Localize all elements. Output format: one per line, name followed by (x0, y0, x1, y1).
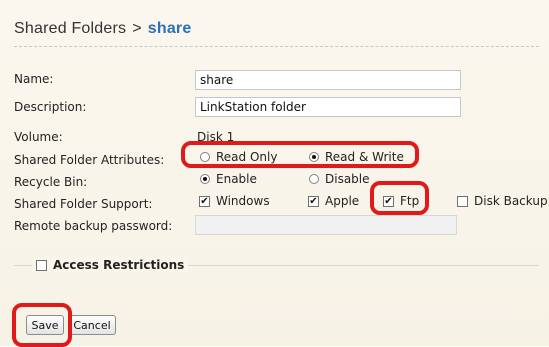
shared-folder-settings-panel: Shared Folders > share Name: share Descrip… (0, 0, 549, 347)
save-highlight (12, 303, 72, 347)
access-restrictions-toggle[interactable]: Access Restrictions (32, 258, 189, 272)
header-divider (14, 46, 539, 47)
apple-check-icon[interactable]: ✔ (308, 195, 319, 207)
checkbox-windows[interactable]: ✔ Windows (199, 194, 270, 208)
checkbox-apple[interactable]: ✔ Apple (308, 194, 359, 208)
page-title: Shared Folders > share (14, 20, 191, 38)
breadcrumb-root[interactable]: Shared Folders (14, 20, 126, 37)
access-restrictions-check-icon[interactable] (36, 259, 47, 271)
disable-label: Disable (325, 172, 370, 186)
windows-check-icon[interactable]: ✔ (199, 195, 210, 207)
volume-label: Volume: (14, 130, 63, 144)
support-label: Shared Folder Support: (14, 197, 153, 211)
breadcrumb-current: share (147, 20, 192, 37)
radio-recycle-enable[interactable]: Enable (200, 172, 257, 186)
recycle-bin-label: Recycle Bin: (14, 175, 88, 189)
apple-label: Apple (325, 194, 360, 208)
windows-label: Windows (216, 194, 270, 208)
radio-enable-icon[interactable] (200, 174, 210, 184)
disk-backup-label: Disk Backup (474, 194, 548, 208)
enable-label: Enable (216, 172, 257, 186)
attributes-highlight (181, 141, 419, 168)
attributes-label: Shared Folder Attributes: (14, 153, 165, 167)
remote-backup-password-label: Remote backup password: (14, 219, 173, 233)
description-label: Description: (14, 100, 87, 114)
description-field[interactable]: LinkStation folder (195, 97, 461, 117)
ftp-highlight (370, 181, 429, 215)
disk-backup-check-icon[interactable] (457, 195, 468, 207)
radio-disable-icon[interactable] (309, 174, 319, 184)
remote-backup-password-field[interactable] (195, 215, 457, 235)
cancel-button[interactable]: Cancel (68, 315, 116, 335)
access-restrictions-label: Access Restrictions (53, 258, 185, 272)
name-label: Name: (14, 72, 54, 86)
radio-recycle-disable[interactable]: Disable (309, 172, 370, 186)
name-field[interactable]: share (195, 70, 461, 90)
checkbox-disk-backup[interactable]: Disk Backup (457, 194, 548, 208)
breadcrumb-separator: > (132, 20, 142, 37)
